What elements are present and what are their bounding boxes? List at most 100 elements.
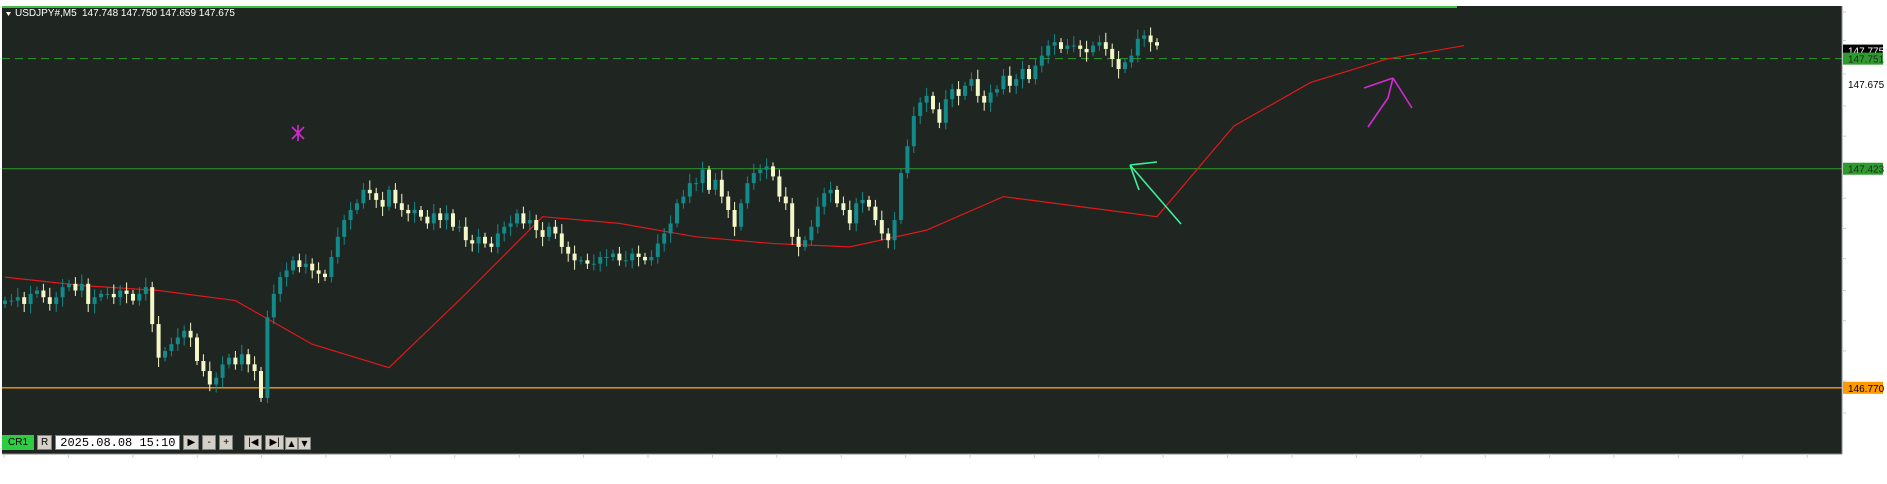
candle-body [124, 290, 129, 294]
candle-body [28, 293, 33, 304]
candle-body [79, 283, 84, 291]
candle-body [1110, 48, 1115, 59]
x-tick-label: 8 Aug 06:00 [585, 460, 636, 471]
candle-body [1033, 65, 1038, 80]
candle-body [444, 213, 449, 221]
candle-body [841, 203, 846, 210]
green-level-tag: 147.423 [1848, 165, 1885, 176]
candle-body [163, 350, 167, 358]
candle-body [1084, 48, 1089, 53]
candle-body [956, 89, 961, 96]
candle-body [47, 297, 52, 304]
candle-body [348, 209, 353, 221]
candle-body [150, 287, 155, 325]
candle-body [604, 256, 609, 258]
candle-body [771, 166, 775, 177]
orange-level-tag: 146.770 [1848, 384, 1885, 395]
candle-body [412, 209, 417, 214]
candle-body [918, 102, 923, 117]
candle-body [732, 209, 737, 227]
candle-body [534, 220, 539, 231]
candle-body [310, 263, 315, 271]
candle-body [713, 179, 718, 190]
x-tick-label: 8 Aug 02:00 [198, 460, 249, 471]
candle-body [1046, 45, 1051, 56]
x-tick-label: 8 Aug 04:40 [456, 460, 507, 471]
candle-body [329, 256, 334, 278]
candle-body [41, 290, 46, 298]
candle-body [873, 206, 878, 221]
candle-body [649, 256, 654, 261]
chart-header: USDJPY#,M5 147.748 147.750 147.659 147.6… [6, 8, 235, 19]
candle-body [233, 357, 238, 365]
candle-body [227, 357, 231, 365]
dashed-level-tag: 147.751 [1848, 55, 1885, 66]
candle-body [476, 236, 481, 244]
candle-body [540, 230, 545, 237]
candle-body [617, 253, 622, 261]
candle-body [9, 300, 14, 302]
candle-body [707, 169, 711, 190]
candle-body [777, 176, 782, 197]
date-input[interactable]: 2025.08.08 15:10 [55, 435, 181, 450]
chart-tag[interactable]: CR1 [2, 435, 35, 450]
scroll-down-icon[interactable]: ▼ [298, 437, 311, 450]
candle-body [700, 169, 705, 184]
candle-body [92, 297, 97, 304]
scroll-up-icon[interactable]: ▲ [285, 437, 298, 450]
x-tick-label: 8 Aug 16:00 [1551, 460, 1602, 471]
zoom-out-button[interactable]: - [202, 435, 217, 450]
go-end-button[interactable]: ▶| [265, 435, 284, 450]
candle-body [854, 203, 859, 224]
candlestick-chart[interactable]: 147.890147.805147.705147.610147.520147.4… [0, 0, 1887, 479]
candle-body [739, 203, 743, 227]
candle-body [137, 293, 142, 301]
candle-body [1097, 42, 1102, 46]
candle-body [1039, 55, 1044, 66]
candle-body [1155, 42, 1159, 46]
candle-body [796, 236, 801, 247]
candle-body [207, 371, 212, 385]
candle-body [303, 263, 308, 268]
candle-body [175, 337, 180, 345]
candle-body [451, 213, 455, 227]
candle-body [220, 364, 225, 378]
ohlc-values: 147.748 147.750 147.659 147.675 [82, 8, 235, 19]
candle-body [35, 290, 39, 294]
x-tick-label: 8 Aug 2025 [5, 460, 53, 471]
candle-body [655, 243, 660, 257]
x-tick-label: 8 Aug 18:40 [1808, 460, 1859, 471]
x-tick-label: 8 Aug 13:20 [1293, 460, 1344, 471]
x-tick-label: 8 Aug 05:20 [520, 460, 571, 471]
candle-body [1116, 58, 1121, 70]
candle-body [259, 371, 263, 398]
candle-body [214, 377, 219, 385]
candle-body [297, 260, 302, 268]
candle-body [815, 206, 820, 227]
candle-body [143, 287, 148, 294]
candle-body [1007, 75, 1012, 86]
chart-tag-r[interactable]: R [37, 435, 53, 450]
go-start-button[interactable]: |◀ [244, 435, 263, 450]
candle-body [3, 300, 7, 304]
x-tick-label: 8 Aug 01:20 [134, 460, 185, 471]
candle-body [963, 85, 967, 96]
play-button[interactable]: ▶ [183, 435, 200, 450]
candle-body [982, 95, 987, 103]
candle-body [508, 223, 513, 227]
y-tick-label: 147.520 [1848, 132, 1885, 143]
candle-body [726, 196, 731, 210]
candle-body [559, 233, 564, 247]
x-tick-label: 8 Aug 08:00 [778, 460, 829, 471]
candle-body [828, 189, 833, 194]
x-tick-label: 8 Aug 03:20 [327, 460, 378, 471]
candle-body [387, 189, 391, 207]
symbol-label: USDJPY#,M5 [15, 8, 77, 19]
candle-body [950, 89, 955, 100]
x-tick-label: 8 Aug 15:20 [1486, 460, 1537, 471]
zoom-in-button[interactable]: + [219, 435, 234, 450]
y-tick-label: 146.880 [1848, 347, 1885, 358]
candle-body [847, 209, 852, 224]
x-tick-label: 8 Aug 07:20 [713, 460, 764, 471]
x-tick-label: 8 Aug 02:40 [263, 460, 314, 471]
